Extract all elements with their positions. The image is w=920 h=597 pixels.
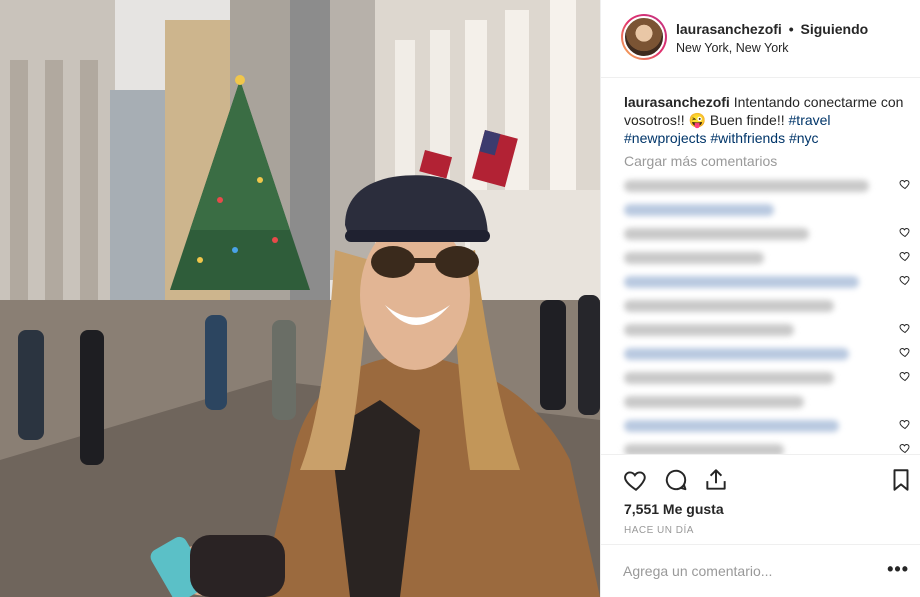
like-comment-icon[interactable] <box>899 178 911 190</box>
avatar[interactable] <box>621 14 667 60</box>
blurred-comment <box>601 320 920 344</box>
blurred-comment <box>601 440 920 454</box>
photo-scene <box>0 0 600 597</box>
blurred-comment-text <box>624 252 764 264</box>
blurred-comment <box>601 272 920 296</box>
blurred-comment <box>601 176 920 200</box>
blurred-comment-text <box>624 180 869 192</box>
avatar-image <box>623 16 665 58</box>
load-more-comments-button[interactable]: Cargar más comentarios <box>624 153 777 169</box>
like-comment-icon[interactable] <box>899 418 911 430</box>
blurred-comment <box>601 224 920 248</box>
post-actions: 7,551 Me gusta HACE UN DÍA <box>601 454 920 544</box>
like-comment-icon[interactable] <box>899 442 911 454</box>
blurred-comment-list <box>601 176 920 454</box>
post-header: laurasanchezofi • Siguiendo New York, Ne… <box>601 0 920 78</box>
heart-icon[interactable] <box>623 467 649 493</box>
like-comment-icon[interactable] <box>899 346 911 358</box>
blurred-comment-text <box>624 396 804 408</box>
hashtag-link[interactable]: #withfriends <box>710 130 785 146</box>
more-options-icon[interactable]: ••• <box>887 559 909 580</box>
blurred-comment-text <box>624 420 839 432</box>
likes-count[interactable]: 7,551 Me gusta <box>624 501 724 517</box>
comments-section: laurasanchezofi Intentando conectarme co… <box>601 78 920 454</box>
caption-username[interactable]: laurasanchezofi <box>624 94 730 110</box>
blurred-comment <box>601 200 920 224</box>
blurred-comment <box>601 248 920 272</box>
blurred-comment-text <box>624 204 774 216</box>
like-comment-icon[interactable] <box>899 274 911 286</box>
blurred-comment <box>601 416 920 440</box>
bookmark-icon[interactable] <box>888 467 914 493</box>
blurred-comment-text <box>624 276 859 288</box>
hashtag-link[interactable]: #travel <box>789 112 831 128</box>
post-details-panel: laurasanchezofi • Siguiendo New York, Ne… <box>600 0 920 597</box>
blurred-comment <box>601 392 920 416</box>
user-line: laurasanchezofi • Siguiendo <box>676 21 868 37</box>
like-comment-icon[interactable] <box>899 370 911 382</box>
blurred-comment <box>601 368 920 392</box>
blurred-comment-text <box>624 300 834 312</box>
caption: laurasanchezofi Intentando conectarme co… <box>624 93 904 147</box>
hashtag-link[interactable]: #newprojects <box>624 130 707 146</box>
comment-input[interactable] <box>623 559 873 583</box>
blurred-comment-text <box>624 348 849 360</box>
post-timestamp: HACE UN DÍA <box>624 525 694 536</box>
hashtag-link[interactable]: #nyc <box>789 130 819 146</box>
post-photo[interactable] <box>0 0 600 597</box>
separator-dot: • <box>788 21 794 37</box>
blurred-comment-text <box>624 372 834 384</box>
follow-status-button[interactable]: Siguiendo <box>801 21 869 37</box>
blurred-comment-text <box>624 444 784 454</box>
blurred-comment <box>601 296 920 320</box>
like-comment-icon[interactable] <box>899 250 911 262</box>
like-comment-icon[interactable] <box>899 226 911 238</box>
add-comment-bar: ••• <box>601 544 920 597</box>
comment-icon[interactable] <box>663 467 689 493</box>
username-link[interactable]: laurasanchezofi <box>676 21 782 37</box>
location-link[interactable]: New York, New York <box>676 41 789 55</box>
blurred-comment <box>601 344 920 368</box>
like-comment-icon[interactable] <box>899 322 911 334</box>
blurred-comment-text <box>624 228 809 240</box>
blurred-comment-text <box>624 324 794 336</box>
share-icon[interactable] <box>703 467 729 493</box>
